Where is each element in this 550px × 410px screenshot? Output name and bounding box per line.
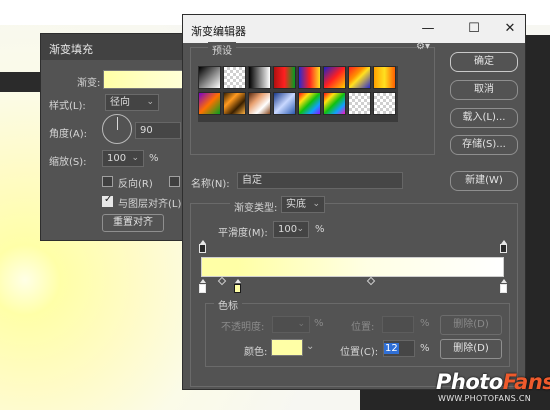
fill-dialog-title: 渐变填充: [49, 43, 93, 56]
smoothness-select[interactable]: 100 ⌄: [273, 221, 309, 238]
preset-swatch[interactable]: [248, 66, 271, 89]
color-stop-left[interactable]: [199, 279, 206, 293]
maximize-icon[interactable]: ☐: [465, 21, 483, 37]
close-icon[interactable]: ✕: [501, 21, 519, 37]
dither-checkbox[interactable]: [169, 176, 180, 187]
gradient-bar[interactable]: [201, 257, 504, 277]
preset-swatch[interactable]: [348, 92, 371, 115]
scale-select-value: 100: [107, 153, 127, 164]
name-label: 名称(N):: [191, 179, 230, 190]
style-select[interactable]: 径向 ⌄: [105, 94, 159, 111]
smoothness-unit: %: [315, 224, 325, 235]
preset-swatch[interactable]: [373, 66, 396, 89]
gear-icon[interactable]: ⚙▾: [416, 41, 430, 52]
preset-swatch[interactable]: [323, 66, 346, 89]
reverse-checkbox[interactable]: [102, 176, 113, 187]
preset-swatch[interactable]: [348, 66, 371, 89]
editor-titlebar[interactable]: 渐变编辑器 — ☐ ✕: [183, 15, 525, 43]
opacity-unit: %: [314, 318, 324, 329]
preset-swatch[interactable]: [323, 92, 346, 115]
preset-swatch[interactable]: [198, 66, 221, 89]
angle-input[interactable]: 90: [135, 122, 181, 139]
gradient-type-value: 实底: [286, 199, 306, 210]
scale-unit: %: [149, 153, 159, 164]
style-label: 样式(L):: [49, 101, 86, 112]
smoothness-label: 平滑度(M):: [218, 228, 268, 239]
color-position-value: 12: [384, 343, 399, 354]
name-input[interactable]: 自定: [237, 172, 403, 189]
smoothness-value: 100: [278, 224, 298, 235]
color-position-input[interactable]: 12: [383, 340, 415, 357]
gradient-type-select[interactable]: 实底 ⌄: [281, 196, 325, 213]
color-stop-selected[interactable]: [234, 279, 241, 293]
preset-swatch[interactable]: [223, 92, 246, 115]
gradient-type-label: 渐变类型:: [230, 199, 282, 214]
preset-swatch[interactable]: [273, 66, 296, 89]
opacity-delete-button[interactable]: 删除(D): [440, 315, 502, 335]
minimize-icon[interactable]: —: [419, 21, 437, 37]
ok-button[interactable]: 确定: [450, 52, 518, 72]
brand-part-b: Fans: [502, 370, 550, 394]
color-delete-button[interactable]: 删除(D): [440, 339, 502, 359]
preset-swatch[interactable]: [298, 92, 321, 115]
reset-align-button[interactable]: 重置对齐: [102, 214, 164, 232]
editor-title: 渐变编辑器: [191, 25, 246, 38]
stops-label: 色标: [214, 297, 242, 312]
presets-label: 预设: [208, 42, 236, 57]
chevron-down-icon: ⌄: [131, 153, 139, 163]
fill-dialog-titlebar[interactable]: 渐变填充: [41, 34, 199, 60]
opacity-label: 不透明度:: [221, 322, 265, 333]
opacity-position-unit: %: [420, 318, 430, 329]
gradient-fill-dialog: 渐变填充 渐变: 样式(L): 径向 ⌄ 角度(A): 90 缩放(S): 10…: [40, 33, 201, 241]
opacity-position-input[interactable]: [382, 316, 414, 333]
cancel-button[interactable]: 取消: [450, 80, 518, 100]
brand-watermark: PhotoFans: [436, 370, 550, 394]
align-layer-checkbox[interactable]: [102, 194, 113, 207]
color-position-unit: %: [420, 343, 430, 354]
color-stop-right[interactable]: [500, 279, 507, 293]
reverse-label: 反向(R): [118, 179, 153, 190]
chevron-down-icon: ⌄: [296, 224, 304, 234]
scale-select[interactable]: 100 ⌄: [102, 150, 144, 167]
angle-label: 角度(A):: [49, 129, 88, 140]
align-layer-label: 与图层对齐(L): [118, 199, 182, 210]
color-swatch[interactable]: [271, 339, 303, 356]
chevron-down-icon: ⌄: [312, 199, 320, 209]
style-select-value: 径向: [110, 97, 130, 108]
opacity-stop-right[interactable]: [500, 240, 507, 253]
scale-label: 缩放(S):: [49, 157, 87, 168]
opacity-select[interactable]: ⌄: [272, 316, 310, 333]
preset-swatch[interactable]: [373, 92, 396, 115]
chevron-down-icon: ⌄: [146, 97, 154, 107]
opacity-stop-left[interactable]: [199, 240, 206, 253]
color-position-label: 位置(C):: [340, 347, 379, 358]
preset-swatch[interactable]: [298, 66, 321, 89]
gradient-label: 渐变:: [77, 78, 101, 89]
brand-part-a: Photo: [436, 370, 503, 394]
brand-url: WWW.PHOTOFANS.CN: [438, 394, 531, 403]
load-button[interactable]: 载入(L)...: [450, 108, 518, 128]
angle-dial[interactable]: [102, 114, 132, 144]
preset-swatch[interactable]: [273, 92, 296, 115]
chevron-down-icon: ⌄: [297, 319, 305, 329]
save-button[interactable]: 存储(S)...: [450, 135, 518, 155]
opacity-position-label: 位置:: [351, 322, 375, 333]
preset-swatch[interactable]: [198, 92, 221, 115]
new-button[interactable]: 新建(W): [450, 171, 518, 191]
chevron-down-icon[interactable]: ⌄: [306, 341, 314, 352]
preset-swatch[interactable]: [248, 92, 271, 115]
preset-swatch[interactable]: [223, 66, 246, 89]
color-label: 颜色:: [244, 347, 268, 358]
